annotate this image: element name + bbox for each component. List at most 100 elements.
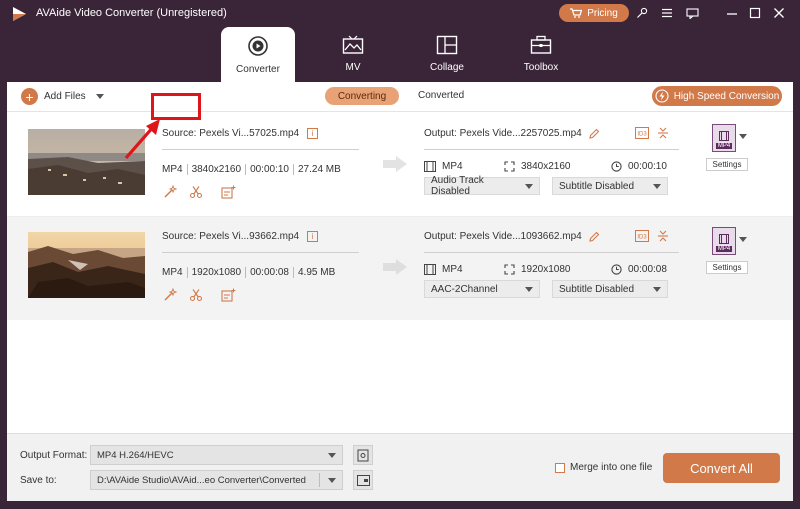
menu-icon[interactable] [659,5,675,21]
subtitle-edit-icon[interactable] [220,184,236,200]
pricing-button[interactable]: Pricing [559,4,629,22]
audio-track-select[interactable]: Audio Track Disabled [424,175,540,197]
output-resolution: 1920x1080 [504,264,571,275]
app-title: AVAide Video Converter (Unregistered) [36,7,227,19]
lightning-icon [655,89,669,103]
add-files-button[interactable]: + Add Files [21,88,104,105]
output-format-text: MP4 [442,264,463,275]
key-icon[interactable] [634,5,650,21]
convert-all-button[interactable]: Convert All [663,453,780,483]
plus-icon: + [21,88,38,105]
subtitle-value: Subtitle Disabled [559,283,635,295]
film-icon [424,264,436,275]
output-filename-text: Output: Pexels Vide...2257025.mp4 [424,128,582,139]
divider [424,252,679,253]
close-icon[interactable] [771,5,787,21]
id3-tag-icon[interactable]: ID3 [635,230,649,242]
output-badges: ID3 [635,127,669,139]
save-to-select[interactable]: D:\AVAide Studio\AVAid...eo Converter\Co… [90,470,343,490]
cut-scissors-icon[interactable] [188,184,204,200]
resize-icon [504,161,515,172]
source-duration: 00:00:10 [250,164,289,175]
clock-icon [611,264,622,275]
chevron-down-icon [525,286,533,292]
source-metadata: MP4 1920x1080 00:00:08 4.95 MB [162,267,335,278]
folder-open-icon[interactable] [353,470,373,490]
tab-collage[interactable]: Collage [410,27,484,82]
chevron-down-icon [525,183,533,189]
tab-toolbox[interactable]: Toolbox [504,27,578,82]
merge-option[interactable]: Merge into one file [555,462,652,473]
converter-toolbar: + Add Files Converting Converted High Sp… [7,82,793,112]
audio-track-select[interactable]: AAC-2Channel [424,280,540,298]
save-to-label: Save to: [20,475,57,486]
output-format-text: MP4 [442,161,463,172]
pencil-icon[interactable] [589,231,600,242]
output-format-select[interactable]: MP4 H.264/HEVC [90,445,343,465]
chevron-down-icon [328,452,336,458]
arrow-right-icon [383,156,407,172]
mv-icon [342,35,364,54]
output-format-picker[interactable]: MP4 [712,227,736,255]
converter-icon [248,36,268,56]
source-filename: Source: Pexels Vi...57025.mp4 i [162,128,319,139]
source-filename: Source: Pexels Vi...93662.mp4 i [162,231,319,242]
enhance-wand-icon[interactable] [162,287,178,303]
divider [162,252,359,253]
subtitle-value: Subtitle Disabled [559,180,635,192]
output-duration-text: 00:00:10 [628,161,667,172]
subtitle-select[interactable]: Subtitle Disabled [552,280,668,298]
settings-button[interactable]: Settings [706,158,748,171]
video-thumbnail[interactable] [28,232,145,298]
divider [162,149,359,150]
format-settings-icon[interactable] [353,445,373,465]
pencil-icon[interactable] [589,128,600,139]
source-metadata: MP4 3840x2160 00:00:10 27.24 MB [162,164,341,175]
info-icon[interactable]: i [307,231,319,242]
edit-tools [162,184,236,200]
edit-tools [162,287,236,303]
output-duration: 00:00:08 [611,264,667,275]
source-filename-text: Source: Pexels Vi...93662.mp4 [162,231,300,242]
save-to-value: D:\AVAide Studio\AVAid...eo Converter\Co… [97,474,306,486]
tab-mv[interactable]: MV [316,27,390,82]
chevron-down-icon [653,286,661,292]
file-row: Source: Pexels Vi...93662.mp4 i MP4 1920… [7,217,793,320]
source-filename-text: Source: Pexels Vi...57025.mp4 [162,128,300,139]
compress-icon[interactable] [657,127,669,139]
film-icon [719,234,729,244]
cut-scissors-icon[interactable] [188,287,204,303]
compress-icon[interactable] [657,230,669,242]
info-icon[interactable]: i [307,128,319,139]
divider [424,149,679,150]
output-format-picker[interactable]: MP4 [712,124,736,152]
output-format: MP4 [424,264,463,275]
high-speed-label: High Speed Conversion [673,90,780,102]
source-size: 27.24 MB [298,164,341,175]
tab-toolbox-label: Toolbox [523,62,559,73]
output-resolution-text: 1920x1080 [521,264,571,275]
pricing-label: Pricing [587,7,618,19]
tab-converting[interactable]: Converting [325,87,399,105]
output-duration-text: 00:00:08 [628,264,667,275]
subtitle-select[interactable]: Subtitle Disabled [552,177,668,195]
merge-checkbox[interactable] [555,462,565,473]
chevron-down-icon[interactable] [95,94,104,99]
output-format: MP4 [424,161,463,172]
source-format: MP4 [162,164,183,175]
tab-converter[interactable]: Converter [221,27,295,82]
audio-track-value: Audio Track Disabled [431,175,484,197]
settings-button[interactable]: Settings [706,261,748,274]
feedback-icon[interactable] [684,5,700,21]
chevron-down-icon[interactable] [739,134,747,139]
minimize-icon[interactable] [724,5,740,21]
output-format-value: MP4 H.264/HEVC [97,449,174,461]
chevron-down-icon [328,477,336,483]
enhance-wand-icon[interactable] [162,184,178,200]
subtitle-edit-icon[interactable] [220,287,236,303]
maximize-icon[interactable] [747,5,763,21]
high-speed-conversion-button[interactable]: High Speed Conversion [652,86,782,106]
id3-tag-icon[interactable]: ID3 [635,127,649,139]
chevron-down-icon[interactable] [739,237,747,242]
tab-converted[interactable]: Converted [418,90,464,101]
